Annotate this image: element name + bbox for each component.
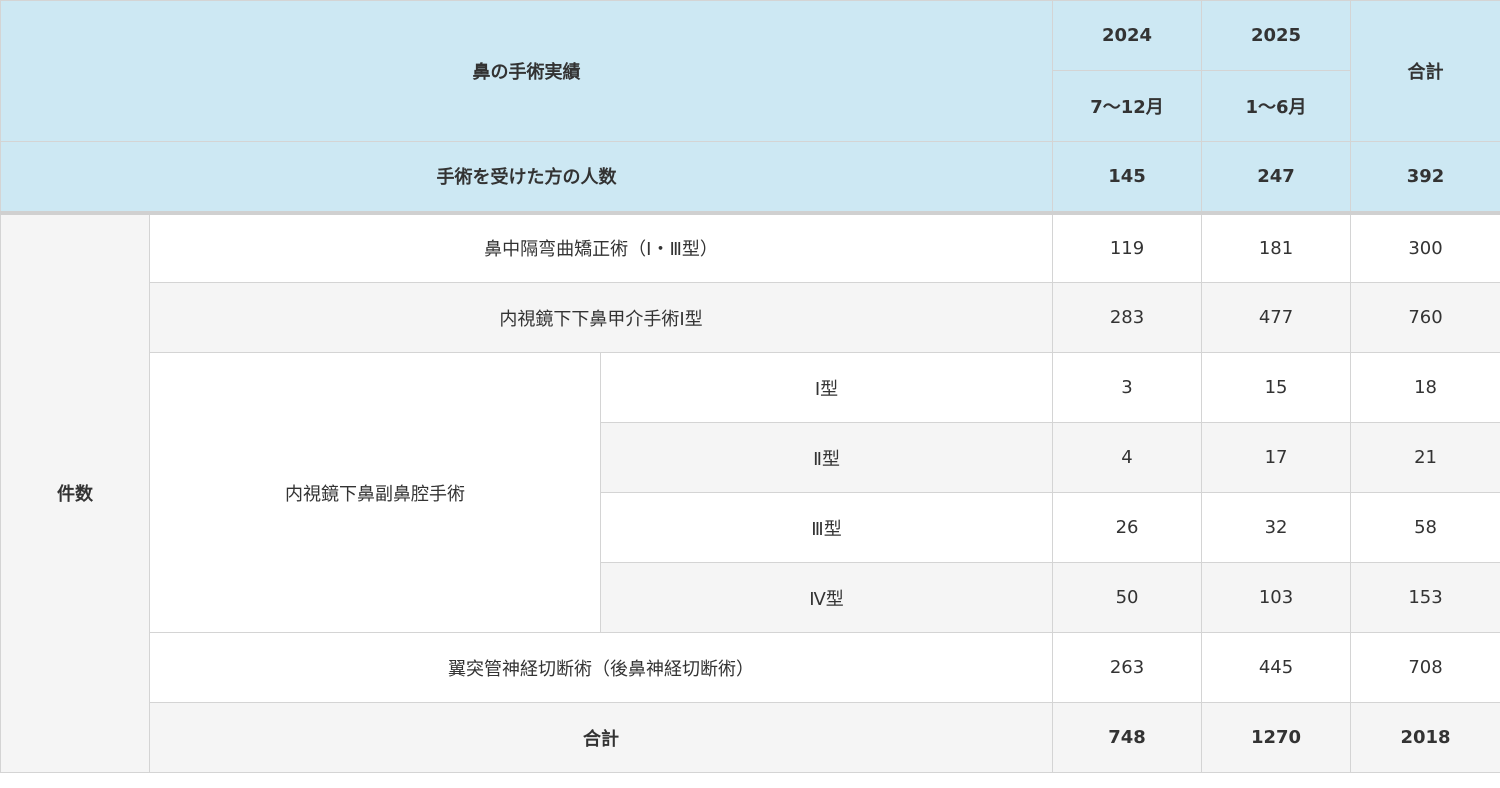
year-2025-header: 2025	[1201, 0, 1352, 71]
row-2025: 445	[1201, 632, 1352, 703]
type-2024: 26	[1052, 492, 1203, 563]
year-2024-header: 2024	[1052, 0, 1203, 71]
row-label: 鼻中隔弯曲矯正術（Ⅰ・Ⅲ型）	[148, 212, 1054, 283]
table-row: 内視鏡下下鼻甲介手術Ⅰ型 283 477 760	[0, 282, 1500, 353]
table-title: 鼻の手術実績	[0, 0, 1054, 142]
type-total: 58	[1350, 492, 1500, 563]
type-2025: 103	[1201, 562, 1352, 633]
type-2024: 4	[1052, 422, 1203, 493]
row-total: 760	[1350, 282, 1500, 353]
patients-2025: 247	[1201, 141, 1352, 213]
row-label: 内視鏡下下鼻甲介手術Ⅰ型	[148, 282, 1054, 353]
type-label: Ⅱ型	[599, 422, 1054, 493]
type-total: 18	[1350, 352, 1500, 423]
type-total: 153	[1350, 562, 1500, 633]
header-row-years: 鼻の手術実績 2024 2025 合計	[0, 0, 1500, 142]
table-row: 翼突管神経切断術（後鼻神経切断術） 263 445 708	[0, 632, 1500, 703]
row-2024: 119	[1052, 212, 1203, 283]
sinus-surgery-label: 内視鏡下鼻副鼻腔手術	[149, 352, 601, 633]
type-2025: 15	[1201, 352, 1352, 423]
sum-row: 合計 748 1270 2018	[0, 702, 1500, 773]
type-2024: 3	[1052, 352, 1203, 423]
patients-total: 392	[1350, 141, 1500, 213]
row-total: 300	[1350, 212, 1500, 283]
row-2025: 477	[1201, 282, 1352, 353]
patients-row: 手術を受けた方の人数 145 247 392	[0, 141, 1500, 213]
row-label: 翼突管神経切断術（後鼻神経切断術）	[148, 632, 1054, 703]
patients-label: 手術を受けた方の人数	[0, 141, 1054, 213]
sum-label: 合計	[148, 702, 1054, 773]
sum-total: 2018	[1350, 702, 1500, 773]
type-total: 21	[1350, 422, 1500, 493]
type-label: Ⅲ型	[599, 492, 1054, 563]
type-label: Ⅰ型	[599, 352, 1054, 423]
row-2025: 181	[1201, 212, 1352, 283]
surgery-results-table: 鼻の手術実績 2024 2025 合計 7〜12月 1〜6月 手術を受けた方の人…	[0, 0, 1500, 773]
row-2024: 283	[1052, 282, 1203, 353]
patients-2024: 145	[1052, 141, 1203, 213]
type-2025: 17	[1201, 422, 1352, 493]
table-row: 内視鏡下鼻副鼻腔手術 Ⅰ型 3 15 18	[0, 352, 1500, 633]
type-2024: 50	[1052, 562, 1203, 633]
period-2025-header: 1〜6月	[1201, 70, 1352, 142]
total-column-header: 合計	[1350, 0, 1500, 142]
type-2025: 32	[1201, 492, 1352, 563]
sum-2024: 748	[1052, 702, 1203, 773]
group-label: 件数	[0, 212, 150, 773]
row-total: 708	[1350, 632, 1500, 703]
type-label: Ⅳ型	[599, 562, 1054, 633]
table-row: 件数 鼻中隔弯曲矯正術（Ⅰ・Ⅲ型） 119 181 300	[0, 212, 1500, 773]
period-2024-header: 7〜12月	[1052, 70, 1203, 142]
row-2024: 263	[1052, 632, 1203, 703]
sum-2025: 1270	[1201, 702, 1352, 773]
